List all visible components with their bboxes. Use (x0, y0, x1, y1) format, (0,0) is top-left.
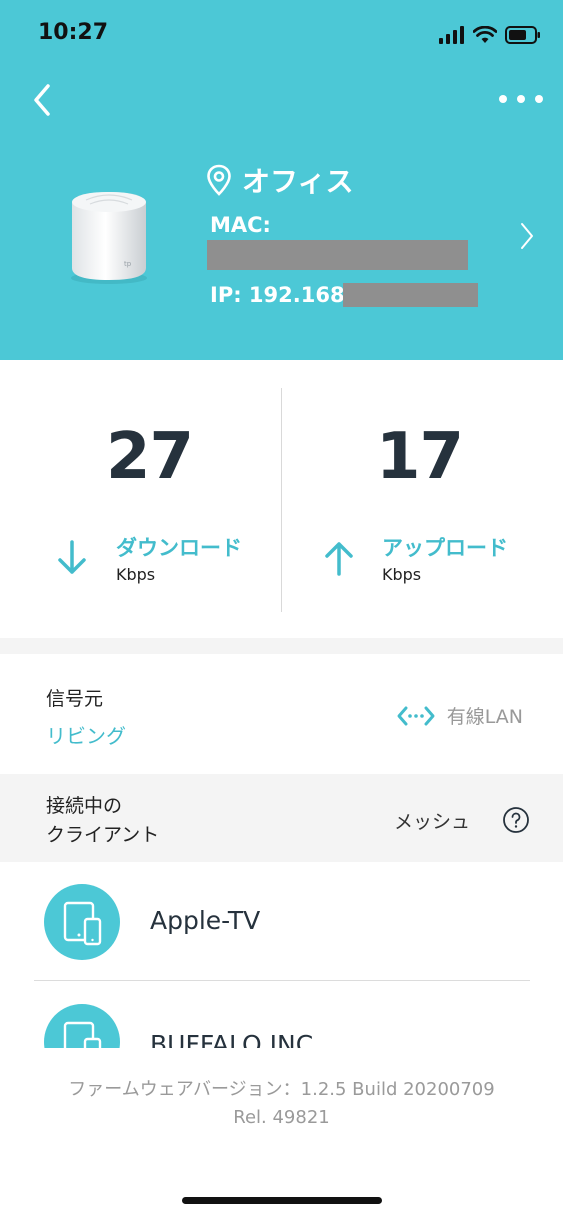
mac-address-redacted (207, 240, 468, 270)
upload-unit: Kbps (382, 565, 422, 584)
client-item-buffalo[interactable]: BUFFALO INC (0, 982, 563, 1048)
wired-connection-icon (397, 706, 435, 725)
signal-source-title: 信号元 (46, 688, 104, 710)
connection-type-label: 有線LAN (446, 706, 523, 728)
client-avatar (44, 1004, 120, 1048)
svg-text:tp: tp (124, 260, 132, 268)
client-item-apple-tv[interactable]: Apple-TV (0, 862, 563, 981)
download-speed-value: 27 (106, 420, 194, 494)
tablet-phone-icon (63, 901, 102, 946)
download-label: ダウンロード (116, 536, 242, 560)
upload-arrow-icon (325, 542, 353, 576)
section-gap (0, 638, 563, 654)
upload-label: アップロード (382, 536, 508, 560)
mesh-label: メッシュ (394, 811, 471, 833)
upload-speed-value: 17 (376, 420, 464, 494)
speed-divider (281, 388, 282, 612)
status-bar: 10:27 (0, 0, 563, 66)
tablet-phone-icon (63, 1021, 102, 1048)
back-button[interactable] (24, 78, 64, 122)
more-dots-icon (499, 95, 543, 103)
client-name: BUFFALO INC (150, 1030, 314, 1048)
home-indicator[interactable] (182, 1197, 382, 1204)
battery-icon (505, 26, 540, 44)
firmware-release-line: Rel. 49821 (233, 1107, 330, 1128)
connection-type: 有線LAN (397, 702, 523, 729)
mac-label: MAC: (210, 213, 271, 237)
client-avatar (44, 884, 120, 960)
more-options-button[interactable] (497, 84, 545, 114)
connected-clients-header: 接続中の クライアント メッシュ (0, 774, 563, 862)
signal-source-row: 信号元 リビング 有線LAN (0, 654, 563, 774)
status-time: 10:27 (38, 20, 109, 45)
list-separator (34, 980, 530, 981)
download-arrow-icon (58, 540, 86, 574)
location-row: オフィス (206, 160, 353, 200)
status-icons (439, 24, 541, 46)
firmware-version: ファームウェアバージョン：1.2.5 Build 20200709 Rel. 4… (0, 1076, 563, 1132)
chevron-right-icon (521, 223, 533, 249)
deco-device-image: tp (71, 192, 147, 284)
chevron-left-icon (34, 84, 50, 116)
help-icon[interactable] (502, 806, 530, 834)
location-pin-icon (207, 164, 231, 196)
device-header: 10:27 tp オフィス MAC: IP: 192.168.1 (0, 0, 563, 360)
device-details-button[interactable] (514, 220, 538, 252)
client-list: Apple-TV BUFFALO INC (0, 862, 563, 1048)
location-name: オフィス (242, 165, 354, 198)
wifi-icon (473, 26, 497, 43)
ip-address-redacted (343, 283, 478, 307)
client-name: Apple-TV (150, 906, 261, 935)
signal-source-value[interactable]: リビング (46, 720, 126, 749)
speed-panel: 27 ダウンロード Kbps 17 アップロード Kbps (0, 360, 563, 638)
firmware-version-line: ファームウェアバージョン：1.2.5 Build 20200709 (68, 1079, 495, 1100)
cellular-signal-icon (439, 26, 464, 44)
download-unit: Kbps (116, 565, 156, 584)
connected-clients-title: 接続中の クライアント (46, 795, 160, 846)
